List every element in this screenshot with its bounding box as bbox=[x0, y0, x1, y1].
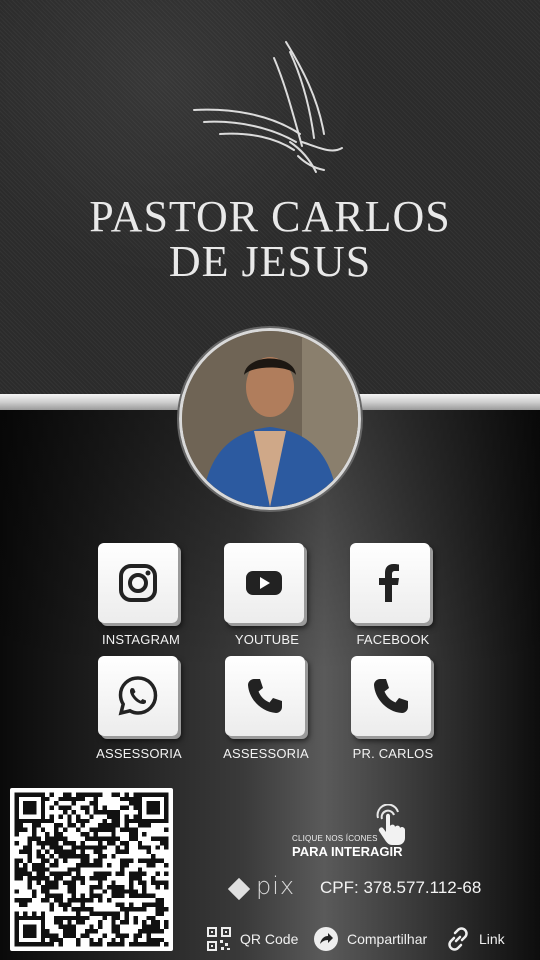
phone-pr-carlos-button[interactable] bbox=[351, 656, 431, 736]
youtube-icon bbox=[246, 571, 282, 595]
phone-pr-carlos-label: PR. CARLOS bbox=[352, 746, 434, 761]
instagram-label: INSTAGRAM bbox=[101, 632, 181, 647]
instagram-icon bbox=[119, 564, 157, 602]
qr-code-icon bbox=[14, 792, 169, 947]
pix-icon bbox=[227, 877, 251, 901]
qr-code-label: QR Code bbox=[240, 931, 299, 947]
share-icon bbox=[314, 927, 338, 951]
interaction-hint: CLIQUE NOS ÍCONES PARA INTERAGIR bbox=[292, 804, 432, 862]
whatsapp-icon bbox=[118, 676, 158, 716]
phone-assessoria-label: ASSESSORIA bbox=[223, 746, 309, 761]
pix-brand: pix bbox=[256, 872, 296, 900]
link-label: Link bbox=[479, 931, 505, 947]
share-button[interactable]: Compartilhar bbox=[313, 924, 427, 954]
cpf-text: CPF: 378.577.112-68 bbox=[320, 878, 482, 897]
hint-line1: CLIQUE NOS ÍCONES bbox=[292, 834, 378, 843]
phone-assessoria-button[interactable] bbox=[225, 656, 305, 736]
eagle-logo-icon bbox=[193, 41, 343, 173]
page-title-line2: DE JESUS bbox=[168, 237, 372, 286]
youtube-label: YOUTUBE bbox=[234, 632, 300, 647]
whatsapp-assessoria-label: ASSESSORIA bbox=[96, 746, 182, 761]
tap-hand-icon bbox=[376, 804, 405, 845]
whatsapp-assessoria-button[interactable] bbox=[98, 656, 178, 736]
page-title-line1: PASTOR CARLOS bbox=[89, 192, 451, 241]
person-photo-icon bbox=[182, 331, 358, 507]
facebook-icon bbox=[379, 564, 399, 602]
phone-icon bbox=[374, 679, 408, 713]
qr-code-button[interactable]: QR Code bbox=[206, 924, 298, 954]
qr-code-image bbox=[10, 788, 173, 951]
link-icon bbox=[448, 927, 468, 951]
youtube-button[interactable] bbox=[224, 543, 304, 623]
link-button[interactable]: Link bbox=[445, 924, 505, 954]
avatar bbox=[179, 328, 361, 510]
qr-code-icon bbox=[207, 927, 231, 951]
hint-line2: PARA INTERAGIR bbox=[292, 844, 403, 859]
instagram-button[interactable] bbox=[98, 543, 178, 623]
phone-icon bbox=[248, 679, 282, 713]
facebook-label: FACEBOOK bbox=[356, 632, 430, 647]
facebook-button[interactable] bbox=[350, 543, 430, 623]
share-label: Compartilhar bbox=[347, 931, 428, 947]
pix-logo: pix bbox=[226, 872, 306, 902]
